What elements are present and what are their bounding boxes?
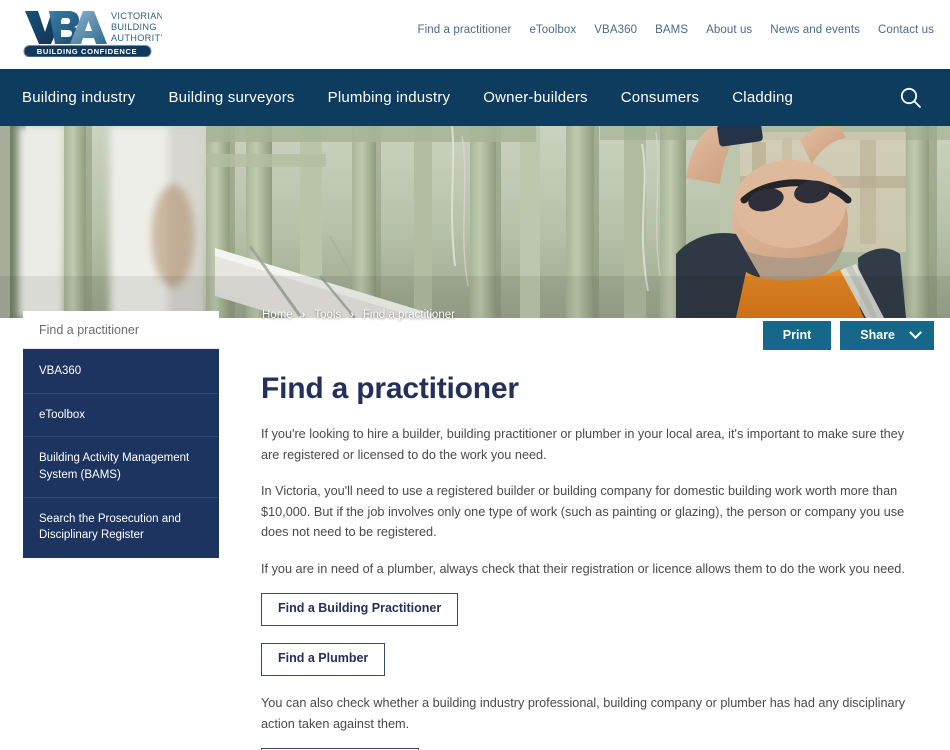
main-nav-items: Building industry Building surveyors Plu…: [0, 89, 793, 106]
nav-item-building-industry[interactable]: Building industry: [22, 89, 135, 106]
utility-link-about-us[interactable]: About us: [706, 24, 752, 36]
sidebar-item-label[interactable]: Search the Prosecution and Disciplinary …: [24, 498, 218, 557]
main-navigation: Building industry Building surveyors Plu…: [0, 69, 950, 126]
utility-link-contact-us[interactable]: Contact us: [878, 24, 934, 36]
hero-banner: [0, 126, 950, 318]
search-icon[interactable]: [898, 85, 924, 111]
nav-item-consumers[interactable]: Consumers: [621, 89, 700, 106]
search-icon-glyph: [900, 87, 921, 108]
share-button-label: Share: [860, 328, 895, 342]
hero-construction-photo: [0, 126, 950, 318]
sidebar-item-etoolbox[interactable]: eToolbox: [24, 394, 218, 438]
utility-link-news-and-events[interactable]: News and events: [770, 24, 860, 36]
breadcrumb-item-home[interactable]: Home: [262, 309, 293, 321]
logo-line-3: AUTHORITY: [111, 33, 162, 43]
sidebar-item-label[interactable]: Building Activity Management System (BAM…: [24, 437, 218, 496]
intro-paragraph-1: If you're looking to hire a builder, bui…: [261, 427, 905, 462]
logo-tagline: BUILDING CONFIDENCE: [37, 47, 137, 56]
intro-paragraph-3: If you are in need of a plumber, always …: [261, 561, 905, 576]
disciplinary-paragraph: You can also check whether a building in…: [261, 695, 906, 731]
utility-link-bams[interactable]: BAMS: [655, 24, 688, 36]
chevron-down-icon: [909, 326, 922, 340]
sidebar-item-bams[interactable]: Building Activity Management System (BAM…: [24, 437, 218, 498]
sidebar-list: VBA360 eToolbox Building Activity Manage…: [23, 349, 219, 559]
nav-item-building-surveyors[interactable]: Building surveyors: [168, 89, 294, 106]
vba-logo[interactable]: VICTORIAN BUILDING AUTHORITY BUILDING CO…: [22, 5, 162, 57]
breadcrumb: Home › Tools › Find a practitioner: [262, 309, 455, 321]
sidebar-nav: Find a practitioner VBA360 eToolbox Buil…: [23, 311, 219, 559]
page-title: Find a practitioner: [261, 372, 519, 405]
page-root: VICTORIAN BUILDING AUTHORITY BUILDING CO…: [0, 0, 950, 750]
intro-paragraph-2: In Victoria, you'll need to use a regist…: [261, 484, 905, 540]
logo-line-1: VICTORIAN: [111, 11, 162, 21]
utility-link-find-a-practitioner[interactable]: Find a practitioner: [417, 24, 511, 36]
find-building-practitioner-button[interactable]: Find a Building Practitioner: [261, 593, 459, 627]
sidebar-item-prosecution-register[interactable]: Search the Prosecution and Disciplinary …: [24, 498, 218, 557]
nav-item-cladding[interactable]: Cladding: [732, 89, 793, 106]
logo-line-2: BUILDING: [111, 22, 157, 32]
share-button[interactable]: Share: [840, 321, 934, 350]
main-content: Find a practitioner If you're looking to…: [261, 372, 926, 750]
sidebar-item-label[interactable]: eToolbox: [24, 394, 218, 437]
sidebar-item-vba360[interactable]: VBA360: [24, 350, 218, 394]
find-plumber-button[interactable]: Find a Plumber: [261, 643, 386, 676]
breadcrumb-separator-icon: ›: [350, 308, 354, 321]
site-header: VICTORIAN BUILDING AUTHORITY BUILDING CO…: [0, 0, 950, 69]
print-button[interactable]: Print: [762, 321, 832, 350]
sidebar-item-label[interactable]: VBA360: [24, 350, 218, 393]
page-actions: Print Share: [762, 321, 934, 350]
nav-item-plumbing-industry[interactable]: Plumbing industry: [328, 89, 451, 106]
vba-logo-icon: VICTORIAN BUILDING AUTHORITY BUILDING CO…: [23, 11, 162, 57]
utility-link-etoolbox[interactable]: eToolbox: [529, 24, 576, 36]
find-building-practitioner-row: Find a Building Practitioner: [261, 593, 926, 627]
breadcrumb-item-tools[interactable]: Tools: [314, 309, 341, 321]
breadcrumb-item-current: Find a practitioner: [362, 309, 455, 321]
find-plumber-row: Find a Plumber: [261, 643, 926, 676]
breadcrumb-separator-icon: ›: [301, 308, 306, 321]
nav-item-owner-builders[interactable]: Owner-builders: [483, 89, 588, 106]
sidebar-heading: Find a practitioner: [23, 311, 219, 349]
utility-nav: Find a practitioner eToolbox VBA360 BAMS…: [417, 24, 934, 36]
utility-link-vba360[interactable]: VBA360: [594, 24, 637, 36]
